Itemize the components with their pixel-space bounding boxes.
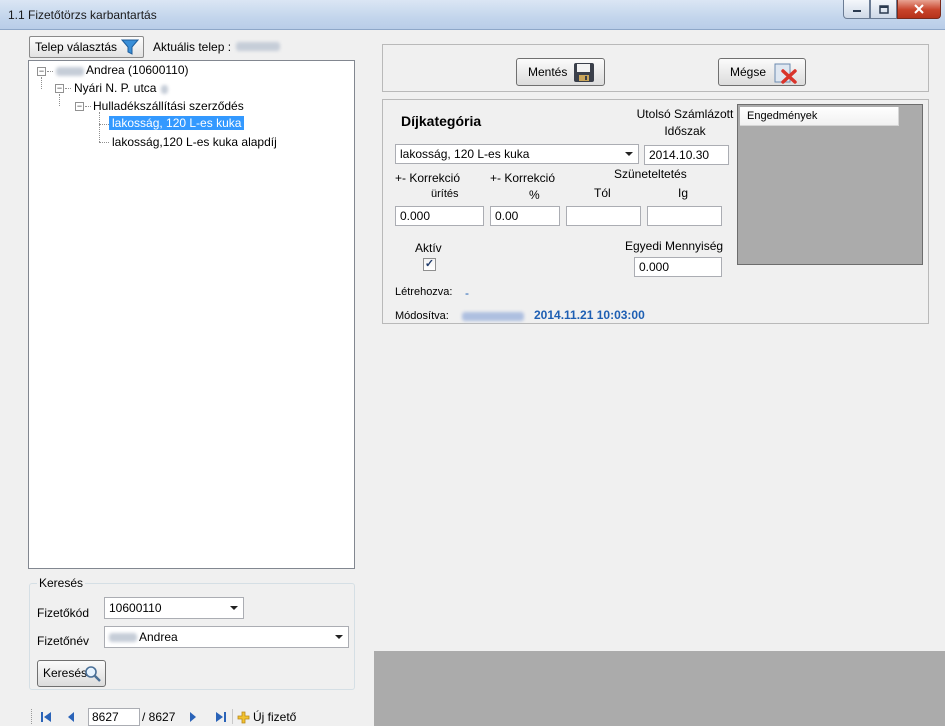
current-record-input[interactable]: 8627 — [88, 708, 140, 726]
chevron-down-icon — [625, 152, 633, 156]
maximize-icon — [878, 4, 889, 14]
title-bar: 1.1 Fizetőtörzs karbantartás — [0, 0, 945, 30]
action-panel: Mentés Mégse — [382, 44, 929, 92]
tree-collapse-toggle[interactable]: − — [37, 67, 46, 76]
cancel-document-icon — [774, 63, 797, 84]
korrekcio-szazalek-label: +- Korrekció — [490, 171, 556, 185]
tree-node-selected[interactable]: lakosság, 120 L-es kuka — [109, 116, 245, 130]
record-count: / 8627 — [142, 710, 176, 724]
tol-label: Tól — [594, 186, 611, 200]
chevron-down-icon — [230, 606, 238, 610]
dijkategoria-combo[interactable]: lakosság, 120 L-es kuka — [395, 144, 639, 164]
letrehozva-value: - — [465, 286, 469, 300]
maximize-button[interactable] — [870, 0, 897, 19]
modositva-user-redacted — [462, 312, 524, 321]
egyedi-mennyiseg-label: Egyedi Mennyiség — [625, 239, 724, 253]
search-button[interactable]: Keresés — [37, 660, 106, 687]
close-icon — [914, 4, 924, 14]
previous-record-icon[interactable] — [65, 711, 77, 723]
telep-valasztas-button[interactable]: Telep választás — [29, 36, 144, 58]
tree-street-number-redacted — [161, 85, 168, 94]
aktualis-telep-label: Aktuális telep : — [153, 40, 232, 54]
save-button-label: Mentés — [528, 65, 568, 79]
new-payer-label: Új fizető — [253, 710, 297, 724]
tree-node-street[interactable]: Nyári N. P. utca — [74, 81, 156, 95]
filter-icon — [121, 39, 139, 55]
search-icon — [85, 666, 101, 682]
fizetonev-value: Andrea — [139, 630, 178, 644]
close-button[interactable] — [897, 0, 941, 19]
cancel-button-label: Mégse — [730, 65, 767, 79]
window-title: 1.1 Fizetőtörzs karbantartás — [8, 8, 157, 22]
fizetonev-redacted — [109, 633, 137, 643]
fizeto-tree[interactable]: − Andrea (10600110) − Nyári N. P. utca −… — [28, 60, 355, 569]
idoszak-label: Időszak — [664, 124, 706, 138]
tree-collapse-toggle[interactable]: − — [75, 102, 84, 111]
aktiv-label: Aktív — [415, 241, 442, 255]
utolso-idoszak-field[interactable]: 2014.10.30 — [644, 145, 729, 165]
tree-node-root[interactable]: Andrea (10600110) — [86, 63, 189, 77]
aktualis-telep-value-redacted — [236, 42, 280, 51]
szunet-ig-field[interactable] — [647, 206, 722, 226]
fizetokod-value: 10600110 — [109, 601, 162, 615]
szazalek-label: % — [529, 188, 540, 202]
save-button[interactable]: Mentés — [516, 58, 605, 86]
fizetonev-label: Fizetőnév — [37, 634, 90, 648]
korrekcio-urites-label: +- Korrekció — [395, 171, 461, 185]
aktiv-checkbox[interactable]: ✓ — [423, 258, 436, 271]
tree-node-contract[interactable]: Hulladékszállítási szerződés — [93, 99, 244, 113]
utolso-szamlazott-label: Utolsó Számlázott — [636, 107, 734, 121]
letrehozva-label: Létrehozva: — [395, 286, 453, 298]
fizetokod-label: Fizetőkód — [37, 606, 90, 620]
engedmenyek-grid[interactable]: Engedmények — [737, 104, 923, 265]
fizetonev-combo[interactable]: Andrea — [104, 626, 349, 648]
search-button-label: Keresés — [43, 666, 88, 680]
fizetokod-combo[interactable]: 10600110 — [104, 597, 244, 619]
checkmark-icon: ✓ — [424, 258, 435, 270]
chevron-down-icon — [335, 635, 343, 639]
dijkategoria-value: lakosság, 120 L-es kuka — [400, 147, 530, 161]
szuneteltetes-label: Szüneteltetés — [614, 167, 687, 181]
search-legend: Keresés — [37, 576, 86, 590]
egyedi-mennyiseg-field[interactable]: 0.000 — [634, 257, 722, 277]
tree-root-name-redacted — [56, 67, 84, 76]
modositva-value: 2014.11.21 10:03:00 — [534, 308, 645, 322]
minimize-icon — [852, 10, 861, 12]
urites-label: ürítés — [431, 188, 459, 200]
cancel-button[interactable]: Mégse — [718, 58, 806, 86]
ig-label: Ig — [678, 186, 689, 200]
engedmenyek-header[interactable]: Engedmények — [740, 107, 899, 126]
korrekcio-urites-field[interactable]: 0.000 — [395, 206, 484, 226]
first-record-icon[interactable] — [40, 711, 52, 723]
telep-button-label: Telep választás — [35, 40, 118, 54]
korrekcio-szazalek-field[interactable]: 0.00 — [490, 206, 560, 226]
next-record-icon[interactable] — [187, 711, 199, 723]
binding-navigator: 8627 / 8627 Új fizető — [29, 707, 309, 726]
new-payer-button[interactable]: Új fizető — [235, 708, 307, 726]
floppy-disk-icon — [574, 63, 594, 82]
tree-collapse-toggle[interactable]: − — [55, 84, 64, 93]
tree-node-item[interactable]: lakosság,120 L-es kuka alapdíj — [112, 135, 277, 149]
modositva-label: Módosítva: — [395, 310, 449, 322]
last-record-icon[interactable] — [215, 711, 227, 723]
plus-icon — [237, 711, 250, 724]
minimize-button[interactable] — [843, 0, 870, 19]
szunet-tol-field[interactable] — [566, 206, 641, 226]
dijkategoria-label: Díjkategória — [401, 113, 482, 129]
